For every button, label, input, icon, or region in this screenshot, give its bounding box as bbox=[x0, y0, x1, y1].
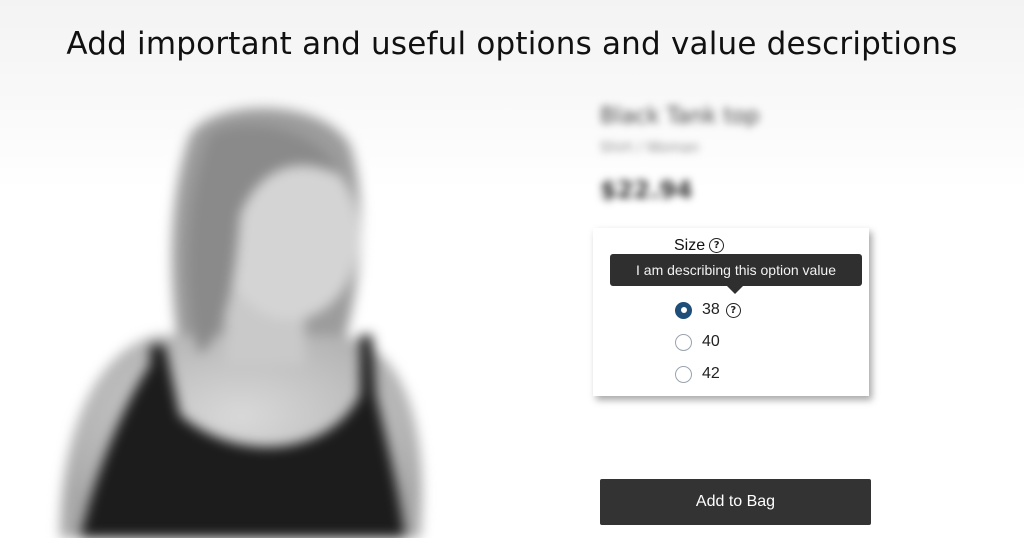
option-value-40[interactable]: 40 bbox=[675, 331, 720, 353]
option-value-tooltip: I am describing this option value bbox=[610, 254, 862, 294]
option-label-row: Size? bbox=[674, 237, 725, 255]
product-price: $22.94 bbox=[600, 176, 693, 204]
radio-button-42[interactable] bbox=[675, 365, 692, 383]
tooltip-text: I am describing this option value bbox=[636, 262, 836, 278]
option-value-38[interactable]: 38 ? bbox=[675, 299, 741, 321]
add-to-bag-button[interactable]: Add to Bag bbox=[600, 479, 871, 525]
question-circle-icon[interactable]: ? bbox=[709, 238, 725, 253]
option-value-42[interactable]: 42 bbox=[675, 363, 720, 385]
radio-button-40[interactable] bbox=[675, 333, 692, 351]
product-image bbox=[60, 108, 422, 538]
option-value-label: 38 bbox=[702, 301, 720, 318]
page-headline: Add important and useful options and val… bbox=[66, 26, 958, 62]
tooltip-arrow bbox=[727, 286, 743, 294]
option-label: Size bbox=[674, 237, 706, 254]
option-value-label: 42 bbox=[702, 365, 720, 382]
question-circle-icon[interactable]: ? bbox=[725, 302, 741, 318]
product-subtitle: Shirt / Woman bbox=[600, 140, 700, 156]
product-name: Black Tank top bbox=[600, 104, 760, 129]
option-value-label: 40 bbox=[702, 333, 720, 350]
radio-button-38[interactable] bbox=[675, 301, 692, 319]
